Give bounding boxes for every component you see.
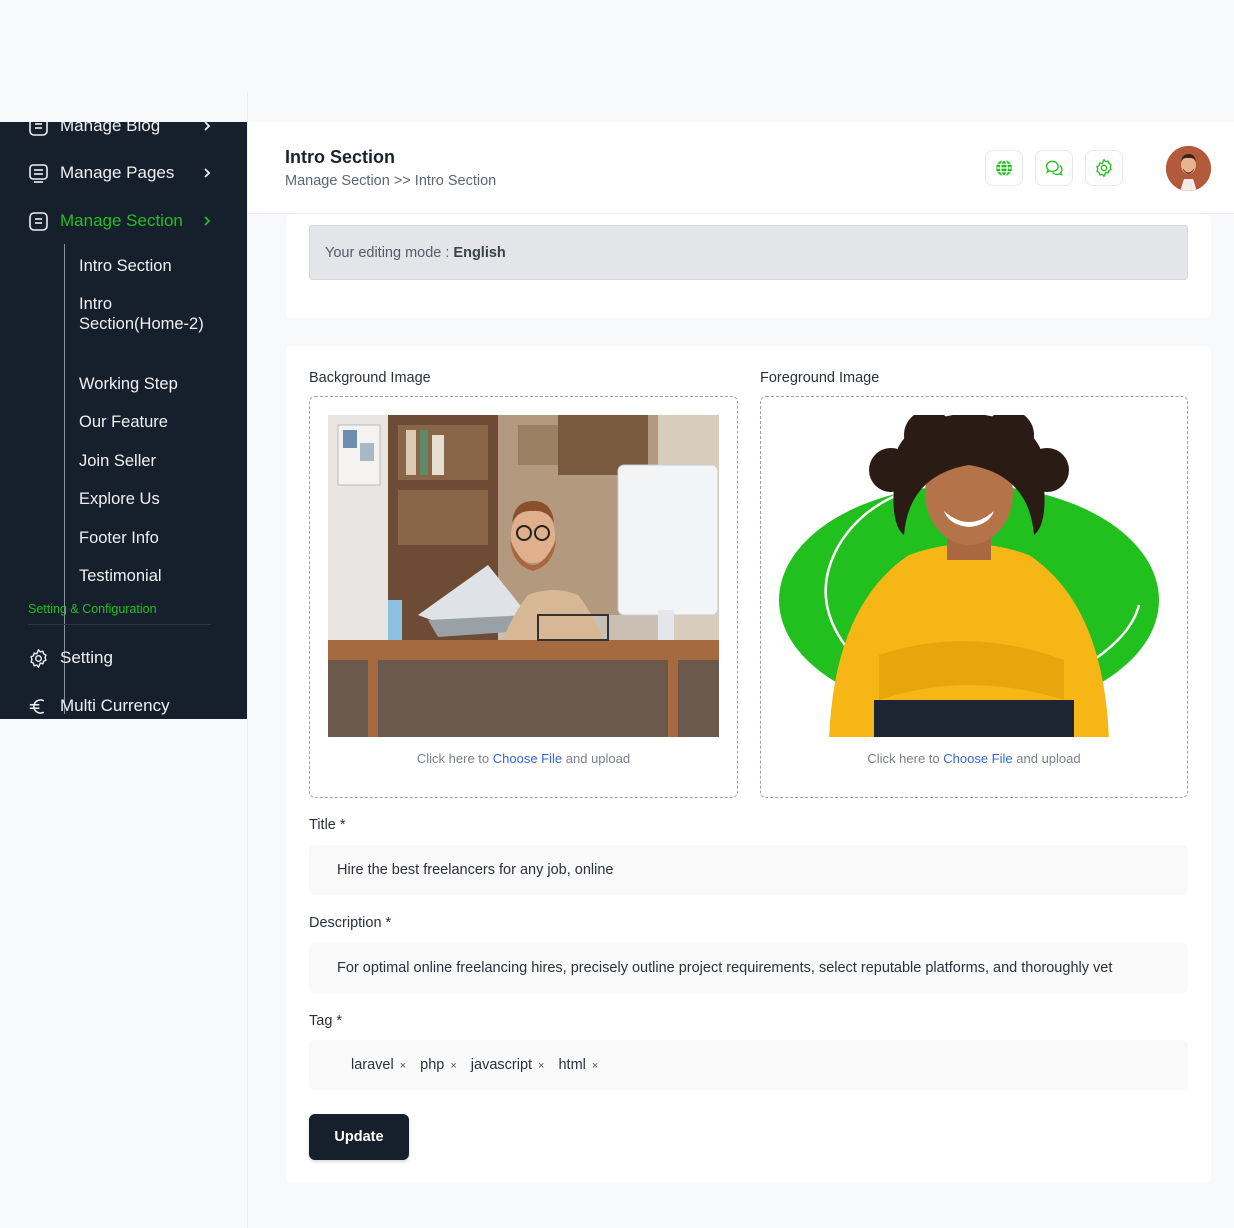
- upload-suffix: and upload: [1016, 751, 1081, 766]
- tag-remove-icon[interactable]: ×: [592, 1060, 598, 1072]
- editing-mode-language: English: [453, 244, 506, 261]
- sidebar-divider: [28, 624, 211, 625]
- sidebar-subitem-intro-section-home2[interactable]: Intro Section(Home-2): [79, 294, 219, 334]
- pages-icon: [28, 163, 49, 184]
- globe-icon: [996, 159, 1012, 177]
- background-image-label: Background Image: [309, 370, 431, 386]
- sidebar-item-label: Manage Pages: [60, 163, 175, 182]
- language-button[interactable]: [985, 150, 1023, 186]
- content-divider: [247, 92, 248, 1228]
- tag-input[interactable]: laravel × php × javascript × html ×: [309, 1040, 1188, 1090]
- blog-icon: [28, 122, 49, 137]
- sidebar-subitem-working-step[interactable]: Working Step: [79, 374, 219, 394]
- page-title: Intro Section: [285, 147, 396, 167]
- tag-chip: javascript ×: [471, 1057, 545, 1073]
- sidebar-item-setting[interactable]: Setting: [0, 638, 247, 678]
- chevron-right-icon: [204, 216, 211, 226]
- chevron-right-icon: [204, 122, 211, 131]
- background-upload-hint[interactable]: Click here to Choose File and upload: [310, 751, 737, 766]
- editing-mode-prefix: Your editing mode :: [325, 244, 450, 261]
- avatar[interactable]: [1166, 146, 1211, 191]
- chat-icon: [1045, 160, 1063, 176]
- chevron-right-icon: [204, 168, 211, 178]
- background-image-dropzone[interactable]: Click here to Choose File and upload: [309, 396, 738, 798]
- tag-chip-label: html: [558, 1057, 586, 1073]
- upload-prefix: Click here to: [867, 751, 940, 766]
- sidebar-subitem-our-feature[interactable]: Our Feature: [79, 412, 219, 432]
- tag-remove-icon[interactable]: ×: [450, 1060, 456, 1072]
- title-input[interactable]: Hire the best freelancers for any job, o…: [309, 845, 1188, 895]
- tag-chip: html ×: [558, 1057, 598, 1073]
- sidebar-subitem-footer-info[interactable]: Footer Info: [79, 528, 219, 548]
- choose-file-link[interactable]: Choose File: [493, 751, 562, 766]
- description-input[interactable]: For optimal online freelancing hires, pr…: [309, 943, 1188, 993]
- messages-button[interactable]: [1035, 150, 1073, 186]
- tag-chip-label: php: [420, 1057, 445, 1073]
- choose-file-link[interactable]: Choose File: [943, 751, 1012, 766]
- tag-chip-label: javascript: [470, 1057, 533, 1073]
- sidebar-section-caption: Setting & Configuration: [28, 602, 157, 616]
- breadcrumb: Manage Section >> Intro Section: [285, 173, 497, 189]
- sidebar-item-manage-pages[interactable]: Manage Pages: [0, 153, 247, 193]
- sidebar-subitem-testimonial[interactable]: Testimonial: [79, 566, 219, 586]
- sidebar-item-label: Setting: [60, 648, 113, 667]
- background-image-preview: [328, 415, 719, 737]
- sidebar: Manage Blog Manage Pages Manage Section …: [0, 122, 247, 719]
- settings-button[interactable]: [1085, 150, 1123, 186]
- description-input-value: For optimal online freelancing hires, pr…: [337, 960, 1113, 976]
- foreground-image-preview: [779, 415, 1171, 737]
- sidebar-subitem-explore-us[interactable]: Explore Us: [79, 489, 219, 509]
- upload-suffix: and upload: [565, 751, 631, 766]
- settings-icon: [1096, 159, 1112, 177]
- sidebar-subitem-join-seller[interactable]: Join Seller: [79, 451, 219, 471]
- tag-label: Tag *: [309, 1013, 343, 1029]
- sidebar-item-label: Manage Section: [60, 211, 183, 230]
- upload-prefix: Click here to: [416, 751, 490, 766]
- tag-remove-icon[interactable]: ×: [400, 1060, 406, 1072]
- description-label: Description *: [309, 915, 392, 931]
- sidebar-item-multi-currency[interactable]: Multi Currency: [0, 686, 247, 719]
- tag-chip-label: laravel: [351, 1057, 394, 1073]
- sidebar-item-manage-section[interactable]: Manage Section: [0, 201, 247, 241]
- euro-icon: [28, 696, 49, 717]
- foreground-upload-hint[interactable]: Click here to Choose File and upload: [761, 751, 1187, 766]
- foreground-image-label: Foreground Image: [760, 370, 880, 386]
- tag-remove-icon[interactable]: ×: [538, 1060, 544, 1072]
- sidebar-item-manage-blog[interactable]: Manage Blog: [0, 122, 247, 146]
- sidebar-item-label: Manage Blog: [60, 122, 161, 135]
- update-button[interactable]: Update: [309, 1114, 409, 1160]
- editing-mode-banner: Your editing mode : English: [309, 225, 1188, 280]
- top-header: Intro Section Manage Section >> Intro Se…: [248, 122, 1234, 214]
- sidebar-subitem-intro-section[interactable]: Intro Section: [79, 256, 219, 276]
- sidebar-item-label: Multi Currency: [60, 696, 170, 715]
- gear-icon: [28, 648, 49, 669]
- title-input-value: Hire the best freelancers for any job, o…: [337, 862, 614, 878]
- title-label: Title *: [309, 817, 346, 833]
- tag-chip: php ×: [420, 1057, 457, 1073]
- section-icon: [28, 211, 49, 232]
- tag-chip: laravel ×: [351, 1057, 406, 1073]
- foreground-image-dropzone[interactable]: Click here to Choose File and upload: [760, 396, 1188, 798]
